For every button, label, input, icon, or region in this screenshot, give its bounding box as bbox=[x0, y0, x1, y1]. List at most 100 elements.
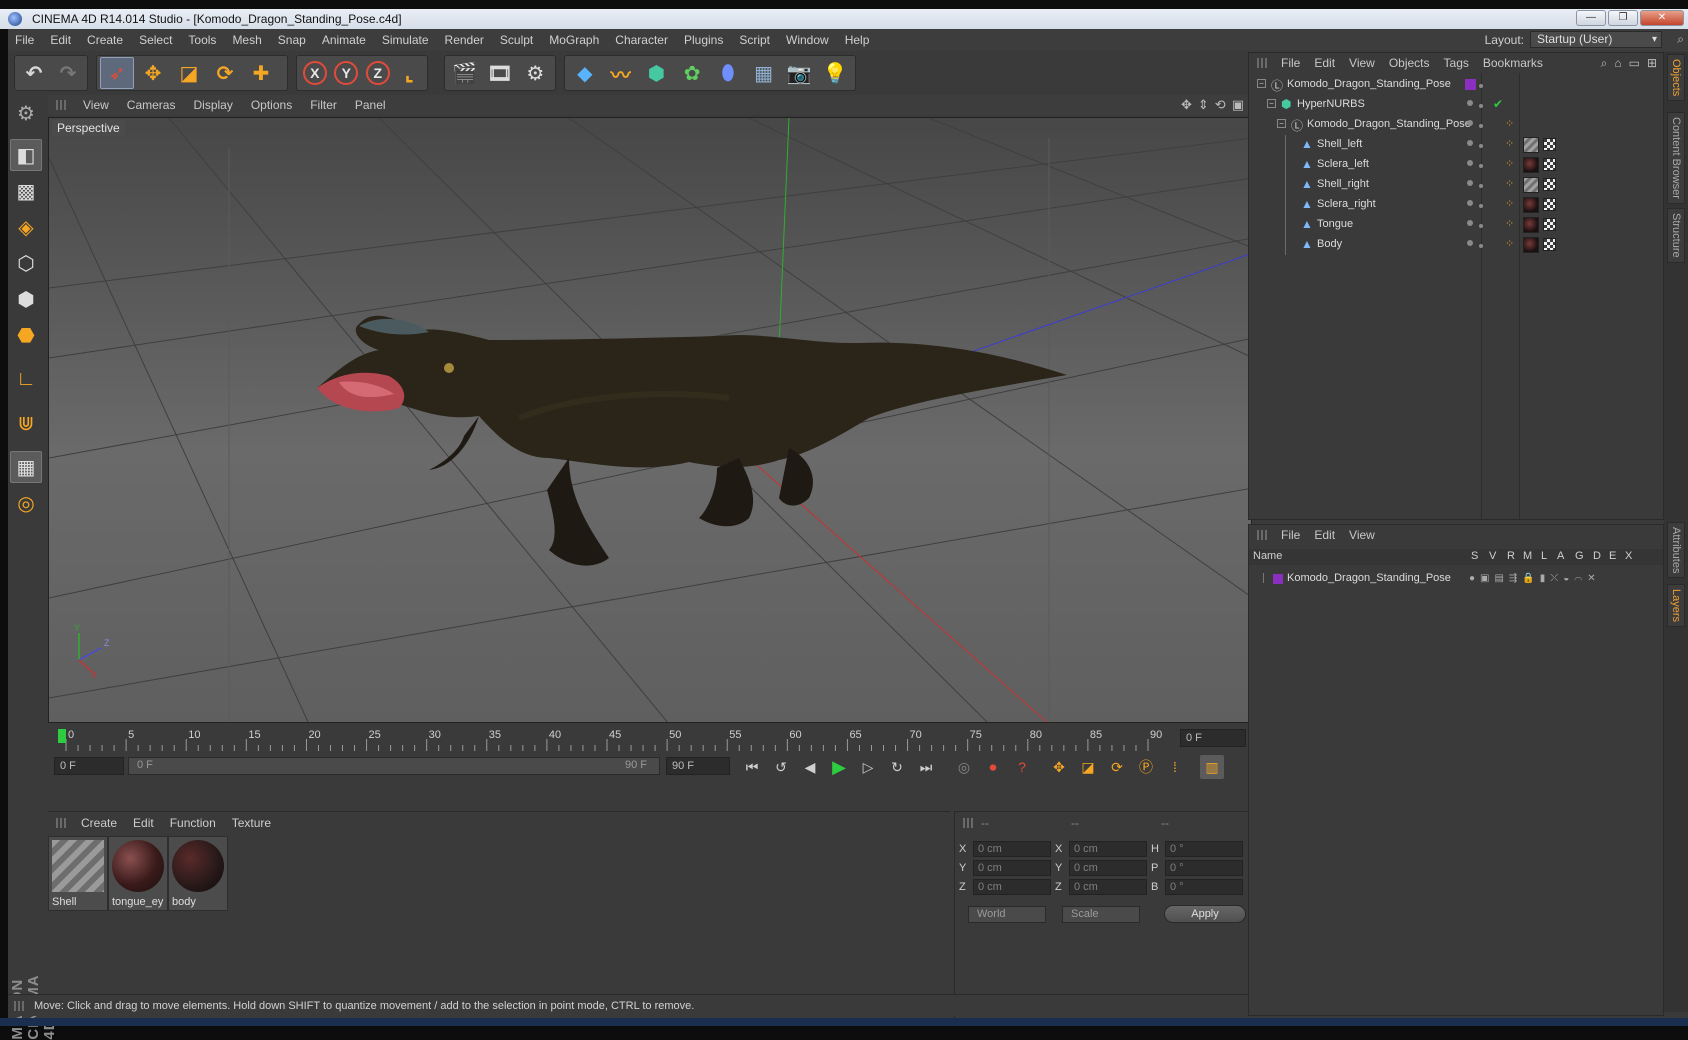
object-menu-objects[interactable]: Objects bbox=[1382, 56, 1437, 70]
search-icon[interactable]: ⌕ bbox=[1601, 56, 1608, 71]
tab-objects[interactable]: Objects bbox=[1667, 54, 1685, 102]
nurbs-icon[interactable]: ⬢ bbox=[640, 57, 674, 89]
column-xrefs[interactable]: X bbox=[1625, 550, 1632, 562]
layer-flag-icons[interactable]: ●▣▤⇶🔒▮⤬◒⌒✕ bbox=[1469, 573, 1601, 584]
tab-layers[interactable]: Layers bbox=[1667, 584, 1685, 628]
viewport-camera-label[interactable]: Perspective bbox=[52, 120, 125, 136]
material-tag-icon[interactable] bbox=[1523, 177, 1539, 193]
apply-button[interactable]: Apply bbox=[1164, 905, 1246, 923]
material-body[interactable]: body bbox=[168, 836, 228, 911]
viewport-menu-display[interactable]: Display bbox=[184, 98, 241, 112]
viewport-menu-options[interactable]: Options bbox=[242, 98, 301, 112]
layer-color-swatch[interactable] bbox=[1273, 574, 1283, 584]
snap-magnet-icon[interactable]: ⋓ bbox=[10, 407, 42, 439]
position-z-field[interactable]: 0 cm bbox=[973, 879, 1051, 895]
object-menu-view[interactable]: View bbox=[1342, 56, 1382, 70]
layer-color-swatch[interactable] bbox=[1465, 79, 1476, 90]
phong-tag-icon[interactable]: ⁘ bbox=[1505, 137, 1514, 150]
column-solo[interactable]: S bbox=[1471, 550, 1478, 562]
material-tag-icon[interactable] bbox=[1523, 217, 1539, 233]
axis-mode-icon[interactable]: ∟ bbox=[10, 363, 42, 395]
menu-create[interactable]: Create bbox=[79, 33, 131, 47]
column-view[interactable]: V bbox=[1489, 550, 1496, 562]
material-shell[interactable]: Shell bbox=[48, 836, 108, 911]
live-selection-icon[interactable]: ➶ bbox=[100, 57, 134, 89]
move-icon[interactable]: ✥ bbox=[136, 57, 170, 89]
menu-tools[interactable]: Tools bbox=[180, 33, 224, 47]
z-axis-lock-icon[interactable]: Z bbox=[363, 57, 393, 89]
polygons-mode-icon[interactable]: ⬣ bbox=[10, 319, 42, 351]
editor-visibility-dot[interactable] bbox=[1467, 160, 1473, 166]
column-render[interactable]: R bbox=[1507, 550, 1515, 562]
uvw-tag-icon[interactable] bbox=[1543, 138, 1556, 151]
cube-icon[interactable]: ◆ bbox=[568, 57, 602, 89]
x-axis-lock-icon[interactable]: X bbox=[300, 57, 330, 89]
expand-toggle-icon[interactable]: − bbox=[1267, 99, 1276, 108]
object-row[interactable]: ▲ Body ⁘ bbox=[1249, 235, 1663, 255]
expand-toggle-icon[interactable]: − bbox=[1257, 79, 1266, 88]
object-row[interactable]: ▲ Sclera_left ⁘ bbox=[1249, 155, 1663, 175]
deformer-icon[interactable]: ⬮ bbox=[711, 57, 745, 89]
panel-grip-icon[interactable] bbox=[1257, 58, 1267, 68]
object-menu-file[interactable]: File bbox=[1274, 56, 1307, 70]
menu-window[interactable]: Window bbox=[778, 33, 837, 47]
menu-animate[interactable]: Animate bbox=[314, 33, 374, 47]
object-name[interactable]: Body bbox=[1317, 238, 1342, 250]
record-position-icon[interactable]: ✥ bbox=[1047, 755, 1071, 779]
panel-grip-icon[interactable] bbox=[56, 100, 66, 110]
object-name[interactable]: Sclera_left bbox=[1317, 158, 1369, 170]
points-mode-icon[interactable]: ⬡ bbox=[10, 247, 42, 279]
next-frame-icon[interactable]: ▷ bbox=[856, 755, 880, 779]
menu-file[interactable]: File bbox=[8, 33, 42, 47]
menu-help[interactable]: Help bbox=[837, 33, 878, 47]
editor-visibility-dot[interactable] bbox=[1467, 220, 1473, 226]
object-row[interactable]: ▲ Sclera_right ⁘ bbox=[1249, 195, 1663, 215]
object-row[interactable]: ▲ Shell_left ⁘ bbox=[1249, 135, 1663, 155]
object-name[interactable]: Komodo_Dragon_Standing_Pose bbox=[1307, 118, 1471, 130]
material-menu-edit[interactable]: Edit bbox=[125, 816, 162, 830]
viewport-menu-filter[interactable]: Filter bbox=[301, 98, 346, 112]
layer-row[interactable]: Komodo_Dragon_Standing_Pose ●▣▤⇶🔒▮⤬◒⌒✕ bbox=[1249, 569, 1663, 589]
column-generators[interactable]: G bbox=[1575, 550, 1584, 562]
previous-frame-icon[interactable]: ◀ bbox=[798, 755, 822, 779]
uvw-tag-icon[interactable] bbox=[1543, 178, 1556, 191]
size-x-field[interactable]: 0 cm bbox=[1069, 841, 1147, 857]
layer-menu-file[interactable]: File bbox=[1274, 528, 1307, 542]
rotation-p-field[interactable]: 0 ° bbox=[1165, 860, 1243, 876]
record-rotation-icon[interactable]: ⟳ bbox=[1105, 755, 1129, 779]
viewport-menu-cameras[interactable]: Cameras bbox=[118, 98, 185, 112]
render-visibility-dot[interactable] bbox=[1479, 84, 1483, 88]
object-name[interactable]: Shell_right bbox=[1317, 178, 1369, 190]
layer-name[interactable]: Komodo_Dragon_Standing_Pose bbox=[1287, 572, 1451, 584]
render-visibility-dot[interactable] bbox=[1479, 204, 1483, 208]
editor-visibility-dot[interactable] bbox=[1467, 120, 1473, 126]
maximize-view-icon[interactable]: ▣ bbox=[1232, 97, 1244, 113]
object-row[interactable]: − Ⓛ Komodo_Dragon_Standing_Pose ⁘ bbox=[1249, 115, 1663, 135]
phong-tag-icon[interactable]: ⁘ bbox=[1505, 177, 1514, 190]
material-tag-icon[interactable] bbox=[1523, 237, 1539, 253]
panel-grip-icon[interactable] bbox=[56, 818, 66, 828]
scale-icon[interactable]: ◪ bbox=[172, 57, 206, 89]
panel-grip-icon[interactable] bbox=[14, 1000, 24, 1011]
material-menu-function[interactable]: Function bbox=[162, 816, 224, 830]
render-view-icon[interactable]: 🎬 bbox=[448, 57, 481, 89]
column-deformers[interactable]: D bbox=[1593, 550, 1601, 562]
material-tag-icon[interactable] bbox=[1523, 197, 1539, 213]
column-animation[interactable]: A bbox=[1557, 550, 1564, 562]
uvw-tag-icon[interactable] bbox=[1543, 198, 1556, 211]
column-locked[interactable]: L bbox=[1541, 550, 1547, 562]
end-frame-field[interactable]: 90 F bbox=[666, 757, 730, 775]
time-range-slider[interactable]: 0 F 90 F bbox=[128, 757, 660, 775]
object-name[interactable]: Sclera_right bbox=[1317, 198, 1376, 210]
render-visibility-dot[interactable] bbox=[1479, 104, 1483, 108]
orbit-view-icon[interactable]: ⟲ bbox=[1215, 97, 1226, 113]
object-row[interactable]: ▲ Shell_right ⁘ bbox=[1249, 175, 1663, 195]
timeline-ruler[interactable]: 0 5 10 15 20 25 30 35 40 45 50 55 60 65 70 75 80 85 90 bbox=[56, 729, 1176, 751]
material-menu-texture[interactable]: Texture bbox=[224, 816, 279, 830]
render-picture-viewer-icon[interactable]: 🎞 bbox=[483, 57, 516, 89]
komodo-dragon-model[interactable] bbox=[317, 315, 1067, 566]
close-button[interactable]: ✕ bbox=[1640, 10, 1684, 26]
new-manager-icon[interactable]: ⊞ bbox=[1647, 56, 1657, 71]
editor-visibility-dot[interactable] bbox=[1467, 240, 1473, 246]
scene-floor-icon[interactable]: ▦ bbox=[747, 57, 781, 89]
